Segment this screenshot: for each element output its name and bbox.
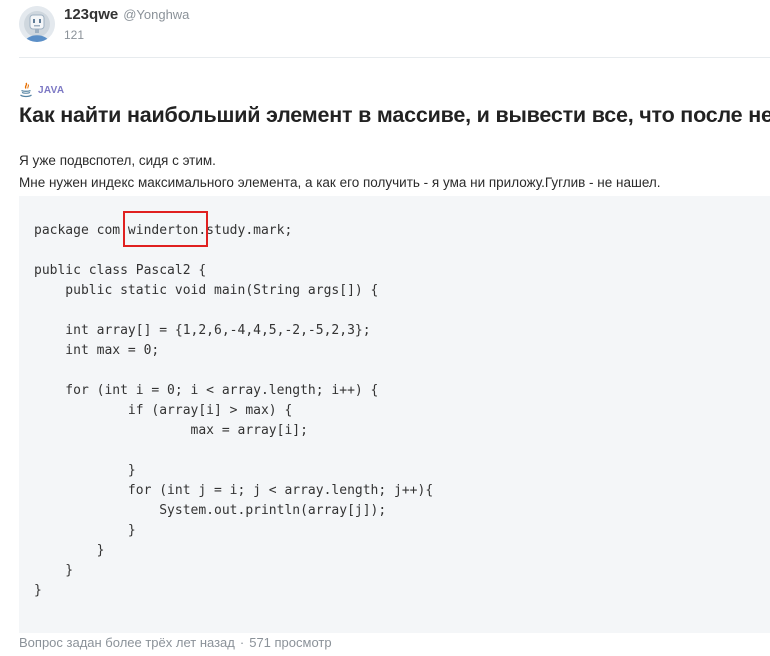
question-title: Как найти наибольший элемент в массиве, … — [19, 103, 770, 127]
avatar[interactable] — [19, 6, 55, 42]
author-nickname[interactable]: @Yonghwa — [123, 7, 189, 22]
code-line: public static void main(String args[]) { — [34, 283, 379, 298]
tag-label: JAVA — [38, 84, 65, 96]
author-rating: 121 — [64, 28, 85, 42]
code-line: } — [34, 583, 42, 598]
code-line: for (int j = i; j < array.length; j++){ — [34, 483, 434, 498]
footer-separator: · — [239, 635, 245, 650]
java-icon — [20, 82, 32, 98]
code-line: package com.winderton.study.mark; — [34, 223, 293, 238]
author-line: 123qwe @Yonghwa — [64, 6, 189, 26]
code-line: for (int i = 0; i < array.length; i++) { — [34, 383, 379, 398]
code-block: package com.winderton.study.mark; public … — [19, 196, 770, 633]
code-line: } — [34, 543, 105, 558]
code-content: package com.winderton.study.mark; public … — [34, 221, 433, 601]
code-line: public class Pascal2 { — [34, 263, 207, 278]
author-name[interactable]: 123qwe — [64, 6, 118, 23]
code-line: System.out.println(array[j]); — [34, 503, 387, 518]
code-line: } — [34, 523, 136, 538]
author-block: 123qwe @Yonghwa 121 — [19, 6, 189, 46]
code-line: } — [34, 563, 74, 578]
question-body: Я уже подвспотел, сидя с этим. Мне нужен… — [19, 150, 661, 194]
highlight-annotation — [123, 211, 208, 247]
tag-java[interactable]: JAVA — [19, 82, 64, 98]
divider — [19, 57, 770, 58]
code-line: } — [34, 463, 136, 478]
author-info: 123qwe @Yonghwa 121 — [64, 6, 189, 42]
avatar-robot-icon — [19, 6, 55, 42]
question-paragraph: Мне нужен индекс максимального элемента,… — [19, 175, 661, 190]
question-footer: Вопрос задан более трёх лет назад · 571 пр… — [19, 635, 332, 650]
code-line: int array[] = {1,2,6,-4,4,5,-2,-5,2,3}; — [34, 323, 371, 338]
code-line: max = array[i]; — [34, 423, 308, 438]
view-count: 571 просмотр — [249, 635, 332, 650]
question-paragraph: Я уже подвспотел, сидя с этим. — [19, 153, 216, 168]
code-line: if (array[i] > max) { — [34, 403, 293, 418]
asked-time: Вопрос задан более трёх лет назад — [19, 635, 235, 650]
code-line: int max = 0; — [34, 343, 160, 358]
